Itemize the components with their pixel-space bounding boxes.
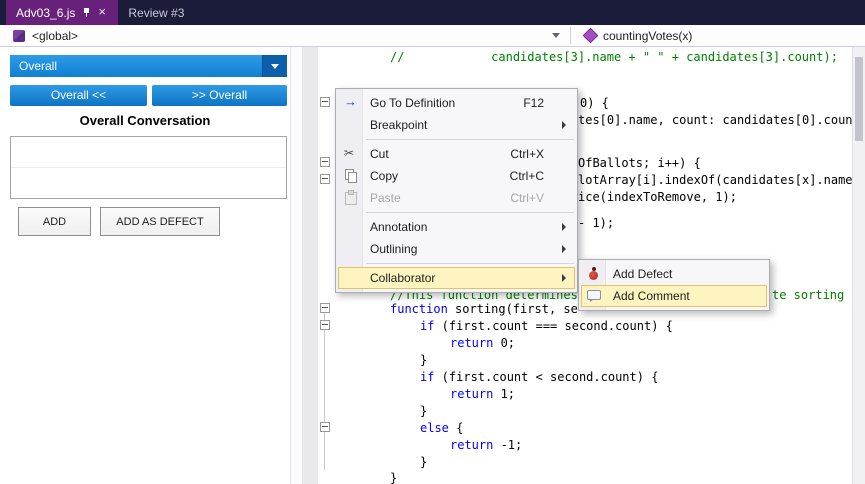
code-line[interactable]: ice(indexToRemove, 1);: [578, 190, 737, 204]
review-scope-dropdown[interactable]: Overall: [10, 55, 287, 77]
collaborator-submenu: Add Defect Add Comment: [578, 259, 770, 311]
go-to-definition-icon: [339, 93, 363, 113]
navigation-bar: <global> countingVotes(x): [0, 25, 865, 47]
submenu-arrow-icon: [562, 121, 566, 129]
scope-label: <global>: [32, 29, 78, 43]
submenu-arrow-icon: [562, 274, 566, 282]
menu-item-annotation[interactable]: Annotation: [338, 216, 575, 238]
tab-title: Review #3: [128, 6, 184, 20]
code-line[interactable]: if (first.count < second.count) {: [420, 370, 658, 384]
code-line[interactable]: return -1;: [450, 438, 522, 452]
editor-context-menu: Go To Definition F12 Breakpoint Cut Ctrl…: [335, 88, 578, 293]
menu-shortcut: Ctrl+V: [510, 191, 558, 205]
scissors-icon: [339, 144, 363, 164]
menu-shortcut: Ctrl+X: [510, 147, 558, 161]
triangle-down-icon: [271, 64, 279, 69]
vs-window: Adv03_6.js Review #3 <global> countingVo…: [0, 0, 865, 484]
code-line[interactable]: }: [390, 471, 397, 484]
global-scope-icon: [13, 30, 25, 42]
menu-label: Add Defect: [606, 267, 672, 281]
menu-item-go-to-definition[interactable]: Go To Definition F12: [338, 92, 575, 114]
menu-label: Cut: [363, 147, 389, 161]
empty-icon: [339, 115, 363, 135]
menu-label: Add Comment: [606, 289, 690, 303]
code-line[interactable]: else {: [420, 421, 463, 435]
menu-shortcut: F12: [523, 96, 558, 110]
menu-item-cut[interactable]: Cut Ctrl+X: [338, 143, 575, 165]
menu-separator: [366, 263, 574, 264]
menu-item-copy[interactable]: Copy Ctrl+C: [338, 165, 575, 187]
code-line[interactable]: function sorting(first, se: [390, 302, 578, 316]
code-line[interactable]: lotArray[i].indexOf(candidates[x].name);: [578, 173, 852, 187]
chevron-down-icon[interactable]: [262, 55, 287, 77]
menu-item-add-defect[interactable]: Add Defect: [581, 263, 767, 285]
overall-next-button[interactable]: >> Overall: [152, 85, 287, 106]
overall-prev-button[interactable]: Overall <<: [10, 85, 147, 106]
bug-icon: [582, 264, 606, 284]
conversation-comment-input[interactable]: [10, 136, 287, 199]
code-line[interactable]: tes[0].name, count: candidates[0].count …: [578, 113, 852, 127]
menu-separator: [366, 139, 574, 140]
code-line[interactable]: // candidates[3].name + " " + candidates…: [390, 50, 838, 64]
editor-vertical-scrollbar[interactable]: [852, 47, 865, 484]
chevron-down-icon[interactable]: [552, 33, 560, 38]
code-line[interactable]: }: [420, 404, 427, 418]
code-line[interactable]: - 1);: [578, 216, 614, 230]
menu-label: Breakpoint: [363, 118, 427, 132]
menu-item-collaborator[interactable]: Collaborator: [338, 267, 575, 289]
empty-icon: [339, 217, 363, 237]
menu-item-outlining[interactable]: Outlining: [338, 238, 575, 260]
code-line[interactable]: 0) {: [580, 96, 609, 110]
member-dropdown[interactable]: countingVotes(x): [571, 25, 865, 46]
input-inner-divider: [11, 167, 286, 168]
panel-scrollbar[interactable]: [290, 47, 303, 484]
tab-adv03-6-js[interactable]: Adv03_6.js: [6, 0, 118, 25]
menu-item-add-comment[interactable]: Add Comment: [581, 285, 767, 307]
clipboard-icon: [339, 188, 363, 208]
menu-label: Go To Definition: [363, 96, 455, 110]
submenu-arrow-icon: [562, 223, 566, 231]
pin-icon[interactable]: [82, 7, 91, 19]
code-line[interactable]: if (first.count === second.count) {: [420, 319, 673, 333]
scope-dropdown[interactable]: <global>: [0, 25, 570, 46]
menu-label: Paste: [363, 191, 401, 205]
comment-bubble-icon: [582, 286, 606, 306]
close-icon[interactable]: [98, 6, 108, 20]
menu-label: Copy: [363, 169, 398, 183]
code-line[interactable]: return 1;: [450, 387, 515, 401]
code-line[interactable]: }: [420, 353, 427, 367]
menu-item-breakpoint[interactable]: Breakpoint: [338, 114, 575, 136]
scrollbar-thumb[interactable]: [855, 57, 863, 141]
collaborator-panel: Overall Overall << >> Overall Overall Co…: [0, 47, 290, 484]
method-icon: [583, 28, 599, 44]
tab-title: Adv03_6.js: [16, 6, 75, 20]
empty-icon: [339, 268, 363, 288]
empty-icon: [339, 239, 363, 259]
menu-item-paste[interactable]: Paste Ctrl+V: [338, 187, 575, 209]
submenu-arrow-icon: [562, 245, 566, 253]
code-line[interactable]: }: [420, 455, 427, 469]
menu-separator: [366, 212, 574, 213]
tab-review-3[interactable]: Review #3: [118, 0, 194, 25]
code-line[interactable]: return 0;: [450, 336, 515, 350]
add-button[interactable]: ADD: [18, 207, 91, 236]
code-line[interactable]: te sorting: [772, 288, 844, 302]
conversation-title: Overall Conversation: [0, 113, 290, 128]
add-as-defect-button[interactable]: ADD AS DEFECT: [100, 207, 220, 236]
menu-label: Annotation: [363, 220, 427, 234]
menu-label: Outlining: [363, 242, 417, 256]
menu-shortcut: Ctrl+C: [510, 169, 558, 183]
copy-icon: [339, 166, 363, 186]
menu-label: Collaborator: [363, 271, 435, 285]
document-tab-bar: Adv03_6.js Review #3: [0, 0, 865, 25]
code-line[interactable]: OfBallots; i++) {: [578, 156, 701, 170]
review-scope-label: Overall: [10, 55, 262, 77]
member-label: countingVotes(x): [603, 29, 692, 43]
